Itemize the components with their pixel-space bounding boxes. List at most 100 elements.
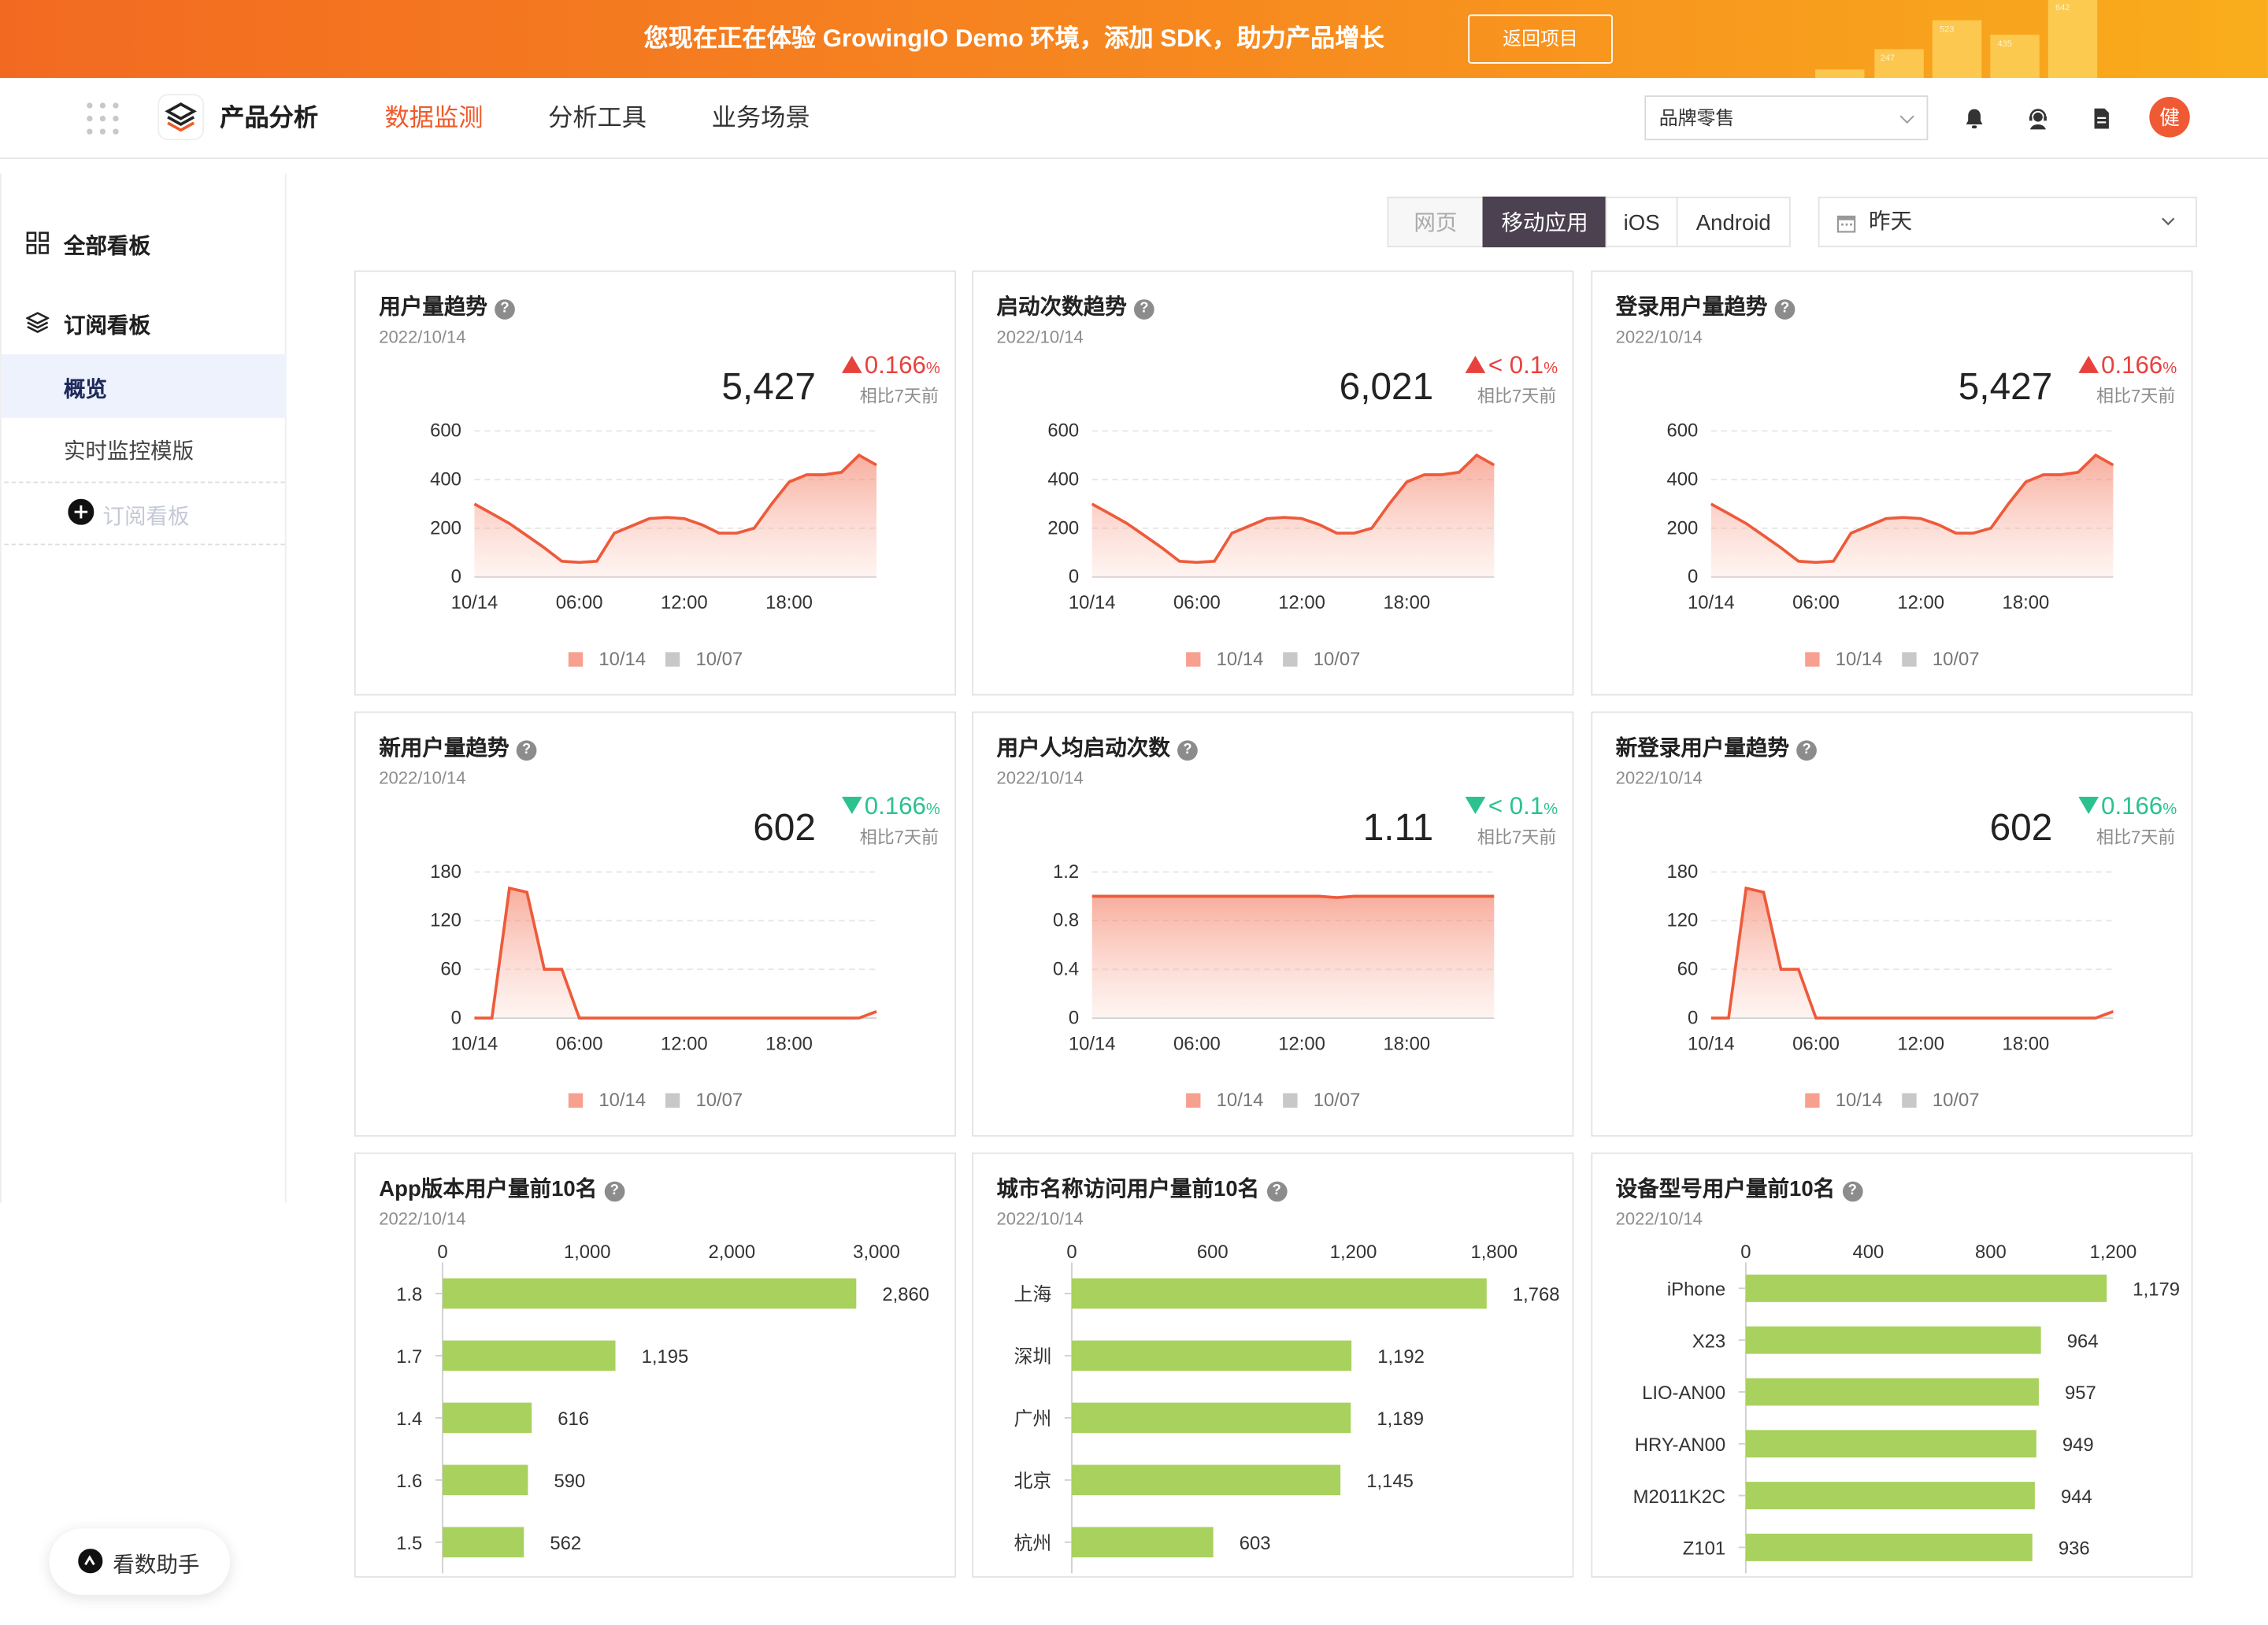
y-tick-label: 180 [430, 861, 461, 883]
bar[interactable] [443, 1464, 528, 1496]
bar[interactable] [1071, 1402, 1351, 1434]
tab-android[interactable]: Android [1676, 196, 1791, 248]
bar[interactable] [1745, 1274, 2107, 1302]
product-analysis-title[interactable]: 产品分析 [220, 78, 318, 157]
support-agent-icon[interactable] [2026, 107, 2049, 130]
bar-value-label: 1,179 [2133, 1279, 2180, 1301]
bar[interactable] [1071, 1278, 1487, 1309]
y-tick-label: 0.4 [1053, 959, 1079, 980]
subscribe-board-button[interactable]: 订阅看板 [4, 481, 285, 546]
bar-value-label: 957 [2065, 1383, 2096, 1404]
y-tick-label: 1.2 [1053, 861, 1079, 883]
x-tick-label: 1,000 [564, 1242, 611, 1263]
nav-data-monitoring[interactable]: 数据监测 [385, 78, 484, 157]
chevron-down-icon [2162, 217, 2175, 226]
y-tick-label: 120 [430, 910, 461, 931]
sidebar-item-all-boards[interactable]: 全部看板 [2, 226, 287, 261]
legend-swatch-previous [1283, 1093, 1298, 1108]
layers-icon [26, 312, 50, 333]
bar[interactable] [1071, 1527, 1214, 1558]
bar[interactable] [443, 1527, 524, 1558]
bar-value-label: 1,192 [1377, 1346, 1425, 1368]
bell-icon[interactable] [1962, 107, 1985, 130]
x-tick-label: 12:00 [661, 1033, 708, 1054]
area-chart: 0 60 120 180 10/14 06:00 12:00 18:00 10/14 10/07 [430, 861, 877, 1111]
category-label: 1.8 [396, 1284, 422, 1305]
bar-chart: 0 1,000 2,000 3,000 1.8 2,860 1.7 1,195 1.4 616 1.… [396, 1242, 929, 1574]
x-tick-label: 10/14 [1069, 592, 1116, 613]
category-label: 广州 [1014, 1408, 1052, 1430]
legend-label-previous: 10/07 [695, 1090, 743, 1111]
category-label: iPhone [1667, 1279, 1725, 1301]
sidebar-item-subscribed-boards[interactable]: 订阅看板 [2, 305, 287, 340]
x-tick-label: 06:00 [1173, 592, 1221, 613]
legend-label-previous: 10/07 [695, 649, 743, 670]
sidebar-item-label: 全部看板 [63, 234, 151, 259]
bar[interactable] [443, 1402, 532, 1434]
data-assistant-button[interactable]: 看数助手 [49, 1528, 231, 1595]
assistant-icon [78, 1549, 103, 1574]
bar[interactable] [1745, 1430, 2036, 1458]
document-icon[interactable] [2090, 107, 2113, 130]
banner-deco-label: 523 [1940, 26, 1955, 35]
bar-chart: 0 400 800 1,200 iPhone 1,179 X23 964 LIO-AN00 957… [1633, 1242, 2180, 1574]
sidebar-item-realtime-template[interactable]: 实时监控模版 [2, 435, 287, 470]
category-label: 1.5 [396, 1533, 422, 1554]
nav-analysis-tools[interactable]: 分析工具 [548, 78, 647, 157]
apps-grid-icon[interactable] [87, 102, 121, 137]
tab-ios[interactable]: iOS [1605, 196, 1678, 248]
user-avatar[interactable]: 健 [2149, 97, 2190, 138]
bar[interactable] [1071, 1464, 1341, 1496]
bar[interactable] [1745, 1482, 2035, 1510]
bar-value-label: 2,860 [882, 1284, 929, 1305]
banner-deco-label: 247 [1880, 54, 1896, 64]
y-tick-label: 0 [1688, 1007, 1698, 1028]
area-chart: 0 200 400 600 10/14 06:00 12:00 18:00 10/14 10/07 [1047, 420, 1495, 670]
tab-mobile-app[interactable]: 移动应用 [1482, 196, 1607, 248]
bar-value-label: 1,195 [642, 1346, 689, 1368]
y-tick-label: 0 [1688, 566, 1698, 587]
x-tick-label: 06:00 [1792, 1033, 1840, 1054]
x-tick-label: 12:00 [1897, 592, 1944, 613]
sidebar-item-label: 实时监控模版 [63, 439, 195, 465]
y-tick-label: 180 [1666, 861, 1698, 883]
nav-business-scenarios[interactable]: 业务场景 [712, 78, 810, 157]
y-tick-label: 400 [1666, 469, 1698, 490]
bar-value-label: 1,189 [1377, 1408, 1424, 1430]
bar[interactable] [1745, 1326, 2041, 1354]
banner-deco-label: 642 [2055, 4, 2070, 13]
area-chart: 0 0.4 0.8 1.2 10/14 06:00 12:00 18:00 10/14 10/07 [1053, 861, 1495, 1111]
area-chart: 0 200 400 600 10/14 06:00 12:00 18:00 10/14 10/07 [1666, 420, 2114, 670]
y-tick-label: 200 [1666, 517, 1698, 539]
x-tick-label: 06:00 [1173, 1033, 1221, 1054]
bar[interactable] [1745, 1378, 2039, 1406]
top-navigation: 产品分析 数据监测 分析工具 业务场景 品牌零售 健 [0, 78, 2268, 160]
area-chart: 0 200 400 600 10/14 06:00 12:00 18:00 10/14 10/07 [430, 420, 877, 670]
sidebar-item-overview[interactable]: 概览 [1, 354, 287, 418]
bar[interactable] [1745, 1533, 2033, 1561]
tab-web[interactable]: 网页 [1387, 196, 1484, 248]
y-tick-label: 120 [1666, 910, 1698, 931]
y-tick-label: 0.8 [1053, 910, 1079, 931]
grid-icon [26, 231, 49, 254]
series-area [1091, 896, 1495, 1019]
bar-value-label: 949 [2062, 1434, 2094, 1456]
x-tick-label: 18:00 [1383, 1033, 1430, 1054]
x-tick-label: 18:00 [2003, 592, 2050, 613]
back-to-project-button[interactable]: 返回项目 [1468, 14, 1613, 64]
category-label: Z101 [1683, 1538, 1725, 1560]
y-tick-label: 60 [1677, 959, 1699, 980]
bar[interactable] [1071, 1340, 1352, 1371]
ranking-card: 设备型号用户量前10名? 2022/10/14 0 400 800 1,200 iPhone… [1591, 1152, 2193, 1578]
legend-label-current: 10/14 [1836, 1090, 1883, 1111]
category-label: 杭州 [1014, 1533, 1052, 1554]
x-tick-label: 800 [1975, 1242, 2007, 1263]
date-range-select[interactable]: 昨天 [1818, 196, 2197, 248]
project-select[interactable]: 品牌零售 [1644, 95, 1929, 141]
bar[interactable] [443, 1278, 857, 1309]
bar[interactable] [443, 1340, 616, 1371]
demo-banner: 247 523 435 642 您现在正在体验 GrowingIO Demo 环… [0, 0, 2268, 79]
legend-swatch-previous [1902, 652, 1917, 667]
bar-value-label: 562 [550, 1533, 581, 1554]
assistant-label: 看数助手 [113, 1553, 200, 1578]
